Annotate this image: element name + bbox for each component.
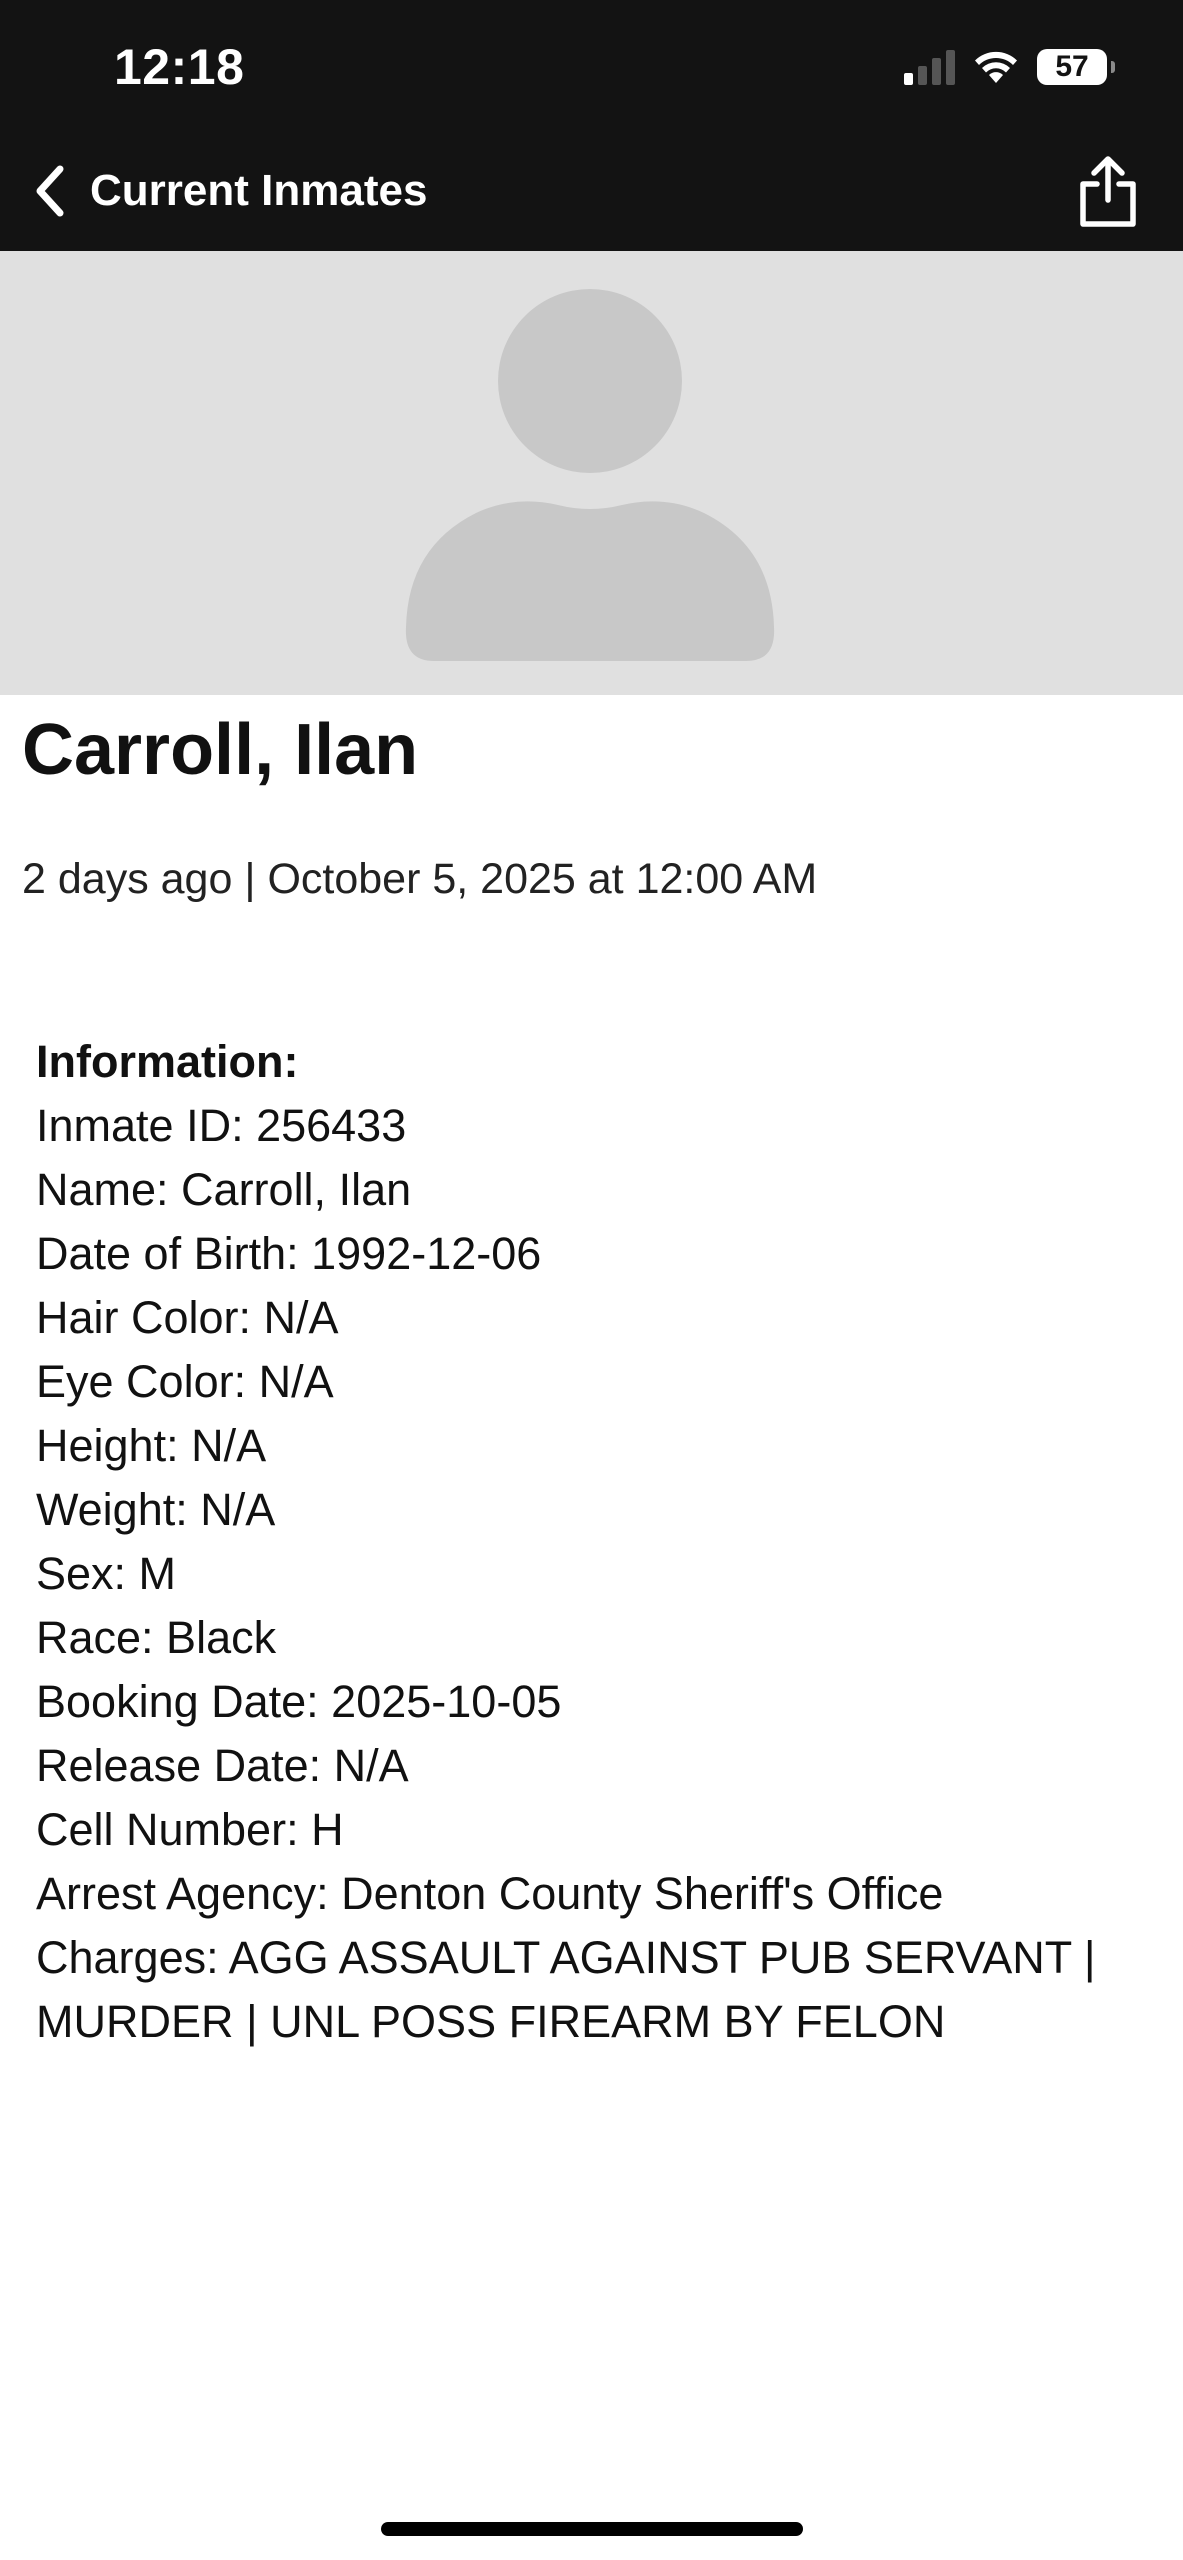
info-race: Race: Black bbox=[36, 1612, 277, 1663]
info-booking-date: Booking Date: 2025-10-05 bbox=[36, 1676, 562, 1727]
inmate-name-title: Carroll, Ilan bbox=[22, 710, 419, 790]
info-cell-number: Cell Number: H bbox=[36, 1804, 344, 1855]
navigation-bar: Current Inmates bbox=[0, 130, 1183, 251]
info-date-of-birth: Date of Birth: 1992-12-06 bbox=[36, 1228, 542, 1279]
info-inmate-id: Inmate ID: 256433 bbox=[36, 1100, 407, 1151]
info-weight: Weight: N/A bbox=[36, 1484, 276, 1535]
share-icon[interactable] bbox=[1073, 154, 1143, 230]
battery-level: 57 bbox=[1055, 50, 1089, 83]
home-indicator[interactable] bbox=[381, 2522, 803, 2536]
info-eye-color: Eye Color: N/A bbox=[36, 1356, 334, 1407]
info-sex: Sex: M bbox=[36, 1548, 177, 1599]
status-bar: 12:18 57 bbox=[0, 0, 1183, 130]
information-heading: Information: bbox=[36, 1036, 299, 1087]
information-section: Information: Inmate ID: 256433 Name: Car… bbox=[36, 1030, 1156, 2054]
info-hair-color: Hair Color: N/A bbox=[36, 1292, 339, 1343]
info-arrest-agency: Arrest Agency: Denton County Sheriff's O… bbox=[36, 1868, 944, 1919]
back-button[interactable]: Current Inmates bbox=[30, 130, 427, 251]
booking-timestamp: 2 days ago | October 5, 2025 at 12:00 AM bbox=[22, 855, 818, 903]
status-time: 12:18 bbox=[114, 39, 245, 95]
wifi-icon bbox=[975, 51, 1017, 83]
battery-icon: 57 bbox=[1037, 49, 1115, 85]
chevron-left-icon bbox=[36, 165, 64, 216]
back-button-label: Current Inmates bbox=[90, 165, 428, 215]
cellular-signal-icon bbox=[904, 49, 955, 85]
status-icons: 57 bbox=[904, 44, 1115, 90]
info-name: Name: Carroll, Ilan bbox=[36, 1164, 412, 1215]
info-charges: Charges: AGG ASSAULT AGAINST PUB SERVANT… bbox=[36, 1932, 1096, 2047]
person-placeholder-icon bbox=[405, 289, 775, 661]
info-release-date: Release Date: N/A bbox=[36, 1740, 409, 1791]
inmate-photo-area bbox=[0, 251, 1183, 695]
info-height: Height: N/A bbox=[36, 1420, 267, 1471]
